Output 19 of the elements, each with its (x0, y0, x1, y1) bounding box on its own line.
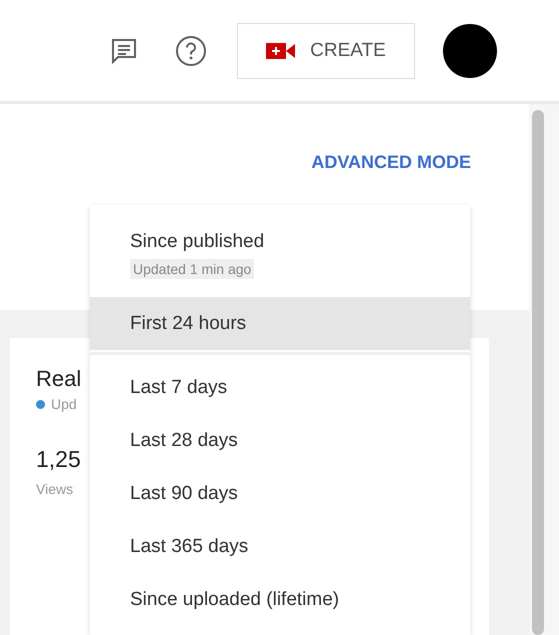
views-count: 1,25 (36, 446, 81, 473)
video-camera-icon (266, 42, 296, 60)
menu-item[interactable]: Since uploaded (lifetime) (90, 573, 470, 626)
status-dot-icon (36, 400, 45, 408)
menu-item[interactable]: Since published Updated 1 min ago (90, 221, 470, 297)
help-icon[interactable] (175, 34, 207, 66)
card-title: Real (36, 366, 82, 392)
views-label: Views (36, 481, 74, 497)
menu-item[interactable]: Last 28 days (90, 414, 470, 467)
scrollbar[interactable] (529, 104, 559, 635)
menu-item[interactable]: First 24 hours (90, 297, 470, 350)
avatar[interactable] (443, 24, 497, 78)
menu-item[interactable]: Last 7 days (90, 361, 470, 414)
menu-item[interactable]: Last 90 days (90, 467, 470, 520)
advanced-mode-link[interactable]: ADVANCED MODE (311, 152, 471, 173)
update-status: Upd (51, 396, 77, 412)
menu-item[interactable]: Last 365 days (90, 520, 470, 573)
updated-badge: Updated 1 min ago (130, 259, 254, 279)
create-button[interactable]: CREATE (237, 22, 415, 78)
